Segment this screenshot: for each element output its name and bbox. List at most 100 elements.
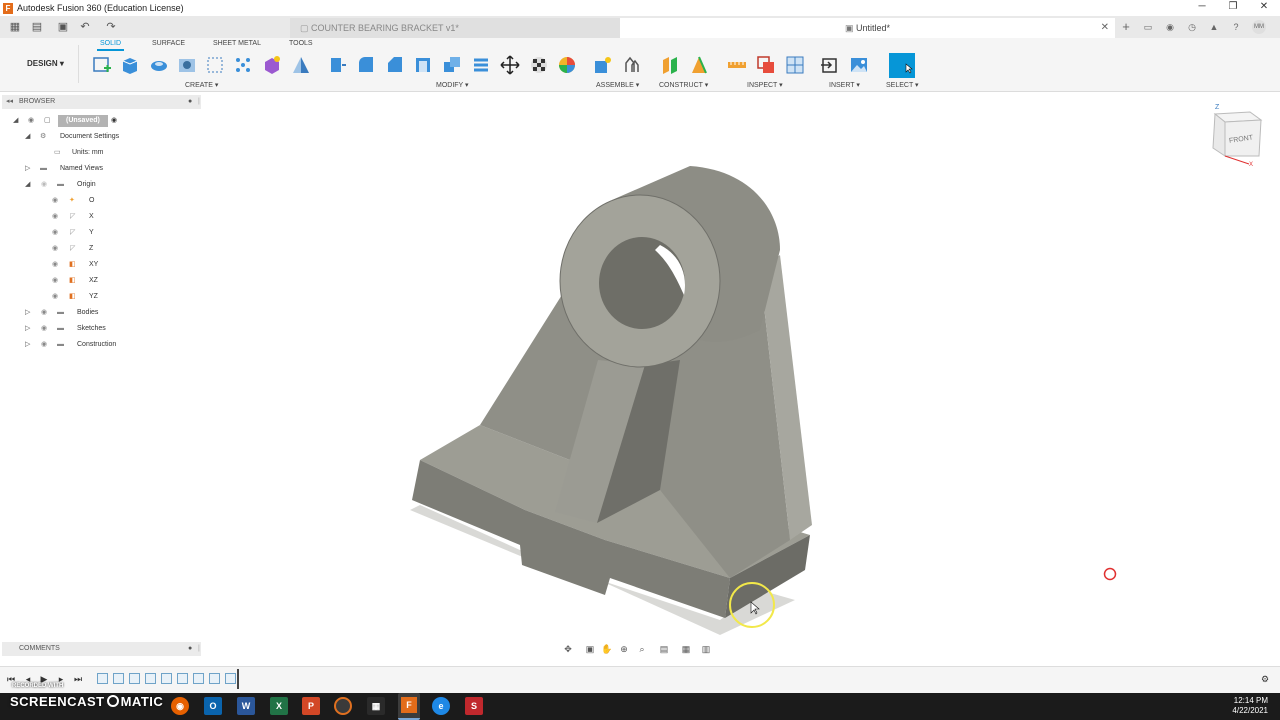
job-status-icon[interactable]: ◷ (1185, 20, 1199, 34)
view-cube[interactable]: Z FRONT X (1205, 100, 1265, 166)
system-clock[interactable]: 12:14 PM 4/22/2021 (1232, 696, 1268, 716)
restore-button[interactable]: ❐ (1218, 0, 1248, 16)
undo-icon[interactable]: ↶ (78, 20, 92, 34)
revolve-icon[interactable] (149, 55, 169, 75)
visibility-eye-icon[interactable]: ◉ (52, 274, 58, 288)
browser-item-xy-plane[interactable]: ◉ ◧ XY (0, 258, 203, 272)
solidworks-taskbar-icon[interactable]: S (465, 697, 483, 715)
browser-item-sketches[interactable]: ▷ ◉ ▬ Sketches (0, 322, 203, 336)
visibility-eye-icon[interactable]: ◉ (52, 210, 58, 224)
grid-settings-icon[interactable]: ▦ (680, 643, 692, 655)
visibility-eye-icon[interactable]: ◉ (41, 322, 47, 336)
browser-item-document-settings[interactable]: ◢ ⚙ Document Settings (0, 130, 203, 144)
panel-pin-icon[interactable]: ● (188, 642, 192, 656)
create-sketch-icon[interactable] (92, 55, 112, 75)
construct-group-label[interactable]: CONSTRUCT ▾ (659, 81, 708, 89)
canvas-image-icon[interactable] (849, 55, 869, 75)
comments-panel[interactable]: COMMENTS ● | (2, 642, 201, 656)
look-at-icon[interactable]: ▣ (584, 643, 596, 655)
fit-icon[interactable]: ⌕ (636, 643, 648, 655)
timeline-last-icon[interactable]: ⏭ (72, 673, 84, 685)
visibility-eye-icon[interactable]: ◉ (52, 194, 58, 208)
visibility-eye-icon[interactable]: ◉ (41, 178, 47, 192)
timeline-feature-sketch[interactable] (161, 673, 172, 684)
fillet-icon[interactable] (356, 55, 376, 75)
visibility-eye-icon[interactable]: ◉ (52, 290, 58, 304)
section-analysis-icon[interactable] (785, 55, 805, 75)
calculator-taskbar-icon[interactable]: ▦ (367, 697, 385, 715)
browser-item-z-axis[interactable]: ◉ ◸ Z (0, 242, 203, 256)
shell-icon[interactable] (413, 55, 433, 75)
mirror-icon[interactable] (291, 55, 311, 75)
pan-icon[interactable]: ✋ (601, 643, 613, 655)
screencast-taskbar-icon[interactable] (334, 697, 352, 715)
offset-plane-icon[interactable] (660, 55, 680, 75)
tab-counter-bearing-bracket[interactable]: ▢ COUNTER BEARING BRACKET v1* (290, 18, 620, 38)
new-tab-button[interactable]: + (1119, 20, 1133, 34)
panel-pin-icon[interactable]: ● (188, 95, 192, 109)
browser-item-y-axis[interactable]: ◉ ◸ Y (0, 226, 203, 240)
combine-icon[interactable] (442, 55, 462, 75)
firefox-taskbar-icon[interactable]: ◉ (171, 697, 189, 715)
save-icon[interactable]: ▣ (56, 20, 70, 34)
browser-item-xz-plane[interactable]: ◉ ◧ XZ (0, 274, 203, 288)
collapse-panel-icon[interactable]: ◂◂ (6, 95, 13, 109)
assemble-group-label[interactable]: ASSEMBLE ▾ (596, 81, 639, 89)
plane-at-angle-icon[interactable] (689, 55, 709, 75)
insert-group-label[interactable]: INSERT ▾ (829, 81, 860, 89)
close-window-button[interactable]: ✕ (1249, 0, 1279, 16)
browser-item-named-views[interactable]: ▷ ▬ Named Views (0, 162, 203, 176)
timeline-settings-gear-icon[interactable]: ⚙ (1259, 673, 1271, 685)
viewports-icon[interactable]: ▥ (700, 643, 712, 655)
tab-tools[interactable]: TOOLS (289, 40, 313, 47)
joint-icon[interactable] (622, 55, 642, 75)
display-settings-icon[interactable]: ▤ (658, 643, 670, 655)
browser-item-x-axis[interactable]: ◉ ◸ X (0, 210, 203, 224)
press-pull-icon[interactable] (327, 55, 347, 75)
outlook-taskbar-icon[interactable]: O (204, 697, 222, 715)
timeline-feature-sketch[interactable] (209, 673, 220, 684)
interference-icon[interactable] (756, 55, 776, 75)
create-group-label[interactable]: CREATE ▾ (185, 81, 218, 89)
browser-item-units[interactable]: ▭ Units: mm (0, 146, 203, 160)
powerpoint-taskbar-icon[interactable]: P (302, 697, 320, 715)
inspect-group-label[interactable]: INSPECT ▾ (747, 81, 783, 89)
browser-root-item[interactable]: ◢ ◉ ▢ (Unsaved) ◉ (0, 114, 203, 128)
move-copy-icon[interactable] (500, 55, 520, 75)
visibility-eye-icon[interactable]: ◉ (52, 226, 58, 240)
tab-surface[interactable]: SURFACE (152, 40, 185, 47)
timeline-feature-hole[interactable] (193, 673, 204, 684)
redo-icon[interactable]: ↷ (104, 20, 118, 34)
data-panel-icon[interactable]: ▭ (1141, 20, 1155, 34)
select-tool-button[interactable] (889, 53, 915, 78)
expand-arrow-icon[interactable]: ◢ (25, 130, 30, 144)
word-taskbar-icon[interactable]: W (237, 697, 255, 715)
zoom-icon[interactable]: ⊕ (618, 643, 630, 655)
browser-header[interactable]: ◂◂ BROWSER ● | (2, 95, 201, 109)
new-component-icon[interactable] (593, 55, 613, 75)
file-menu-icon[interactable]: ▤ (30, 20, 44, 34)
timeline-feature-extrude[interactable] (177, 673, 188, 684)
measure-icon[interactable] (727, 55, 747, 75)
chamfer-icon[interactable] (385, 55, 405, 75)
expand-arrow-icon[interactable]: ▷ (25, 162, 30, 176)
workspace-switcher[interactable]: DESIGN ▾ (9, 45, 79, 83)
physical-material-icon[interactable] (529, 55, 549, 75)
orbit-icon[interactable]: ✥ (562, 643, 574, 655)
extrude-icon[interactable] (120, 55, 140, 75)
timeline-feature-sketch[interactable] (97, 673, 108, 684)
browser-item-construction[interactable]: ▷ ◉ ▬ Construction (0, 338, 203, 352)
pattern-icon[interactable] (233, 55, 253, 75)
expand-arrow-icon[interactable]: ▷ (25, 338, 30, 352)
browser-item-origin[interactable]: ◢ ◉ ▬ Origin (0, 178, 203, 192)
expand-arrow-icon[interactable]: ◢ (13, 114, 18, 128)
tab-solid[interactable]: SOLID (96, 40, 125, 51)
help-icon[interactable]: ? (1229, 20, 1243, 34)
appearance-icon[interactable] (557, 55, 577, 75)
expand-arrow-icon[interactable]: ◢ (25, 178, 30, 192)
visibility-eye-icon[interactable]: ◉ (52, 258, 58, 272)
close-tab-icon[interactable]: ✕ (1101, 18, 1109, 38)
timeline-feature-extrude[interactable] (225, 673, 236, 684)
create-form-icon[interactable] (262, 55, 282, 75)
expand-arrow-icon[interactable]: ▷ (25, 322, 30, 336)
